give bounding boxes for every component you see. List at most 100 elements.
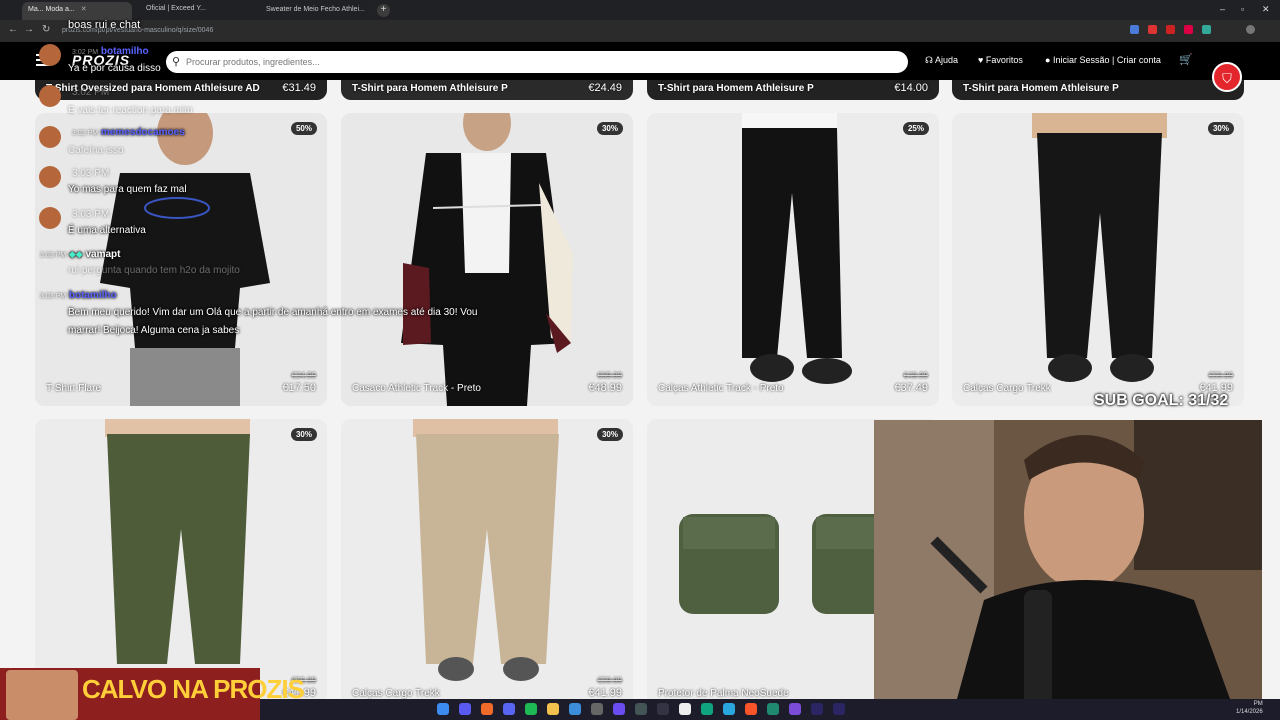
product-name: Calças Cargo Trekk bbox=[963, 383, 1051, 394]
cart-icon[interactable]: 🛒 bbox=[1179, 53, 1193, 66]
extension-icon[interactable] bbox=[1184, 25, 1193, 34]
badge-icon: ◆◆ bbox=[68, 249, 83, 259]
premiere-icon[interactable] bbox=[811, 703, 823, 715]
favorites-link[interactable]: ♥ Favoritos bbox=[978, 55, 1023, 65]
extension-icon[interactable] bbox=[1148, 25, 1157, 34]
back-icon[interactable]: ← bbox=[8, 24, 18, 35]
vpn-icon[interactable] bbox=[789, 703, 801, 715]
product-price: €14.00 bbox=[894, 82, 928, 94]
product-name: Protetor de Palma NeoSuede bbox=[658, 688, 789, 699]
chat-message: 3:03 PM ◆◆ vamapt bbox=[40, 249, 121, 260]
close-tab-icon[interactable]: ✕ bbox=[81, 6, 87, 13]
taskbar-app-icon[interactable] bbox=[613, 703, 625, 715]
login-link[interactable]: ● Iniciar Sessão | Criar conta bbox=[1045, 55, 1161, 65]
chat-username: botamilho bbox=[100, 46, 149, 57]
product-name: Calças Cargo Trekk bbox=[352, 688, 440, 699]
taskbar-clock[interactable]: PM 1/14/2026 bbox=[1236, 700, 1263, 716]
chat-time: 3:02 PM bbox=[72, 49, 99, 56]
file-explorer-icon[interactable] bbox=[547, 703, 559, 715]
product-card[interactable]: 30% €59.99 €41.99 Calças Cargo Trekk bbox=[952, 113, 1244, 406]
new-tab-button[interactable]: + bbox=[377, 4, 390, 17]
favorites-label: Favoritos bbox=[985, 55, 1023, 65]
firefox-icon[interactable] bbox=[481, 703, 493, 715]
taskbar-app-icon[interactable] bbox=[569, 703, 581, 715]
product-card[interactable]: 25% €49.99 €37.49 Calças Athletic Track … bbox=[647, 113, 939, 406]
product-image bbox=[341, 113, 633, 406]
promo-tag-button[interactable]: ⛉ bbox=[1212, 62, 1242, 92]
taskbar-app-icon[interactable] bbox=[679, 703, 691, 715]
sub-goal-counter: SUB GOAL: 31/32 bbox=[1094, 392, 1229, 409]
close-tab-icon[interactable]: ✕ bbox=[371, 6, 372, 13]
chat-avatar bbox=[39, 166, 61, 188]
chatgpt-icon[interactable] bbox=[701, 703, 713, 715]
product-image bbox=[647, 113, 939, 406]
forward-icon[interactable]: → bbox=[24, 24, 34, 35]
product-name: Casaco Athletic Track - Preto bbox=[352, 383, 481, 394]
product-price: €48.99 bbox=[588, 382, 622, 394]
extension-icon[interactable] bbox=[1130, 25, 1139, 34]
product-price: €41.99 bbox=[588, 687, 622, 699]
after-effects-icon[interactable] bbox=[833, 703, 845, 715]
windows-start-icon[interactable] bbox=[437, 703, 449, 715]
obs-icon[interactable] bbox=[591, 703, 603, 715]
discount-badge: 30% bbox=[596, 122, 623, 135]
chat-time: 3:03 PM bbox=[40, 252, 67, 259]
browser-tab[interactable]: Sweater de Meio Fecho Athlei... ✕ bbox=[260, 2, 372, 20]
product-name: T-Shirt para Homem Athleisure P bbox=[658, 83, 814, 94]
discount-badge: 30% bbox=[1207, 122, 1234, 135]
discount-badge: 30% bbox=[596, 428, 623, 441]
product-card[interactable]: 30% €59.99 €41.99 Calças Cargo Trekk bbox=[341, 419, 633, 711]
maximize-icon[interactable]: ▫ bbox=[1241, 4, 1244, 14]
search-input[interactable] bbox=[186, 52, 886, 72]
minimize-icon[interactable]: – bbox=[1220, 4, 1225, 14]
clock-date: 1/14/2026 bbox=[1236, 709, 1263, 715]
old-price: €34.99 bbox=[291, 371, 316, 380]
product-card[interactable]: T-Shirt para Homem Athleisure P €2 bbox=[952, 80, 1244, 100]
reload-icon[interactable]: ↻ bbox=[42, 24, 50, 35]
product-card[interactable]: T-Shirt para Homem Athleisure P €24.49 bbox=[341, 80, 633, 100]
discount-badge: 50% bbox=[290, 122, 317, 135]
discord-icon[interactable] bbox=[503, 703, 515, 715]
chat-text: Yo mas para quem faz mal bbox=[68, 184, 187, 195]
streamer-avatar bbox=[6, 670, 78, 720]
chat-time: 3:03 PM bbox=[40, 293, 67, 300]
search-icon[interactable]: ⚲ bbox=[172, 55, 180, 68]
chat-username: memesdocamoes bbox=[100, 127, 185, 138]
product-card[interactable]: T-Shirt para Homem Athleisure P €14.00 bbox=[647, 80, 939, 100]
help-link[interactable]: ☊ Ajuda bbox=[925, 55, 958, 66]
extension-icon[interactable] bbox=[1166, 25, 1175, 34]
url-field[interactable]: prozis.com/pt/pt/vestuario-masculino/q/s… bbox=[62, 24, 1062, 38]
user-icon: ● bbox=[1045, 55, 1051, 65]
chat-text: É uma alternativa bbox=[68, 225, 146, 236]
product-name: Calças Athletic Track - Preto bbox=[658, 383, 784, 394]
browser-tab[interactable]: Oficial | Exceed Y... bbox=[140, 2, 255, 20]
browser-tab-active[interactable]: Ma... Moda a... ✕ bbox=[22, 2, 132, 20]
chat-time: 3:02 PM bbox=[72, 87, 110, 98]
chat-header: boas rui e chat bbox=[68, 19, 141, 31]
spotify-icon[interactable] bbox=[525, 703, 537, 715]
product-price: €24.49 bbox=[588, 82, 622, 94]
taskbar-app-icon[interactable] bbox=[459, 703, 471, 715]
taskbar-app-icon[interactable] bbox=[657, 703, 669, 715]
chat-message: 3:02 PM botamilho bbox=[72, 46, 149, 57]
old-price: €59.99 bbox=[597, 676, 622, 685]
taskbar-app-icon[interactable] bbox=[635, 703, 647, 715]
extension-icon[interactable] bbox=[1202, 25, 1211, 34]
headset-icon: ☊ bbox=[925, 55, 933, 65]
product-name: T-Shirt para Homem Athleisure P bbox=[352, 83, 508, 94]
chat-avatar bbox=[39, 207, 61, 229]
chat-text: Bem meu querido! Vim dar um Olá que a pa… bbox=[68, 307, 478, 336]
taskbar-app-icon[interactable] bbox=[767, 703, 779, 715]
close-window-icon[interactable]: ✕ bbox=[1262, 4, 1270, 15]
product-price: €37.49 bbox=[894, 382, 928, 394]
product-name: T-Shirt Flare bbox=[46, 383, 102, 394]
profile-icon[interactable] bbox=[1246, 25, 1255, 34]
brave-icon[interactable] bbox=[745, 703, 757, 715]
webcam-overlay bbox=[874, 420, 1262, 710]
telegram-icon[interactable] bbox=[723, 703, 735, 715]
chat-message: 3:03 PM botamilho bbox=[40, 290, 117, 301]
product-card[interactable]: 30% €69.99 €48.99 Casaco Athletic Track … bbox=[341, 113, 633, 406]
product-name: T-Shirt para Homem Athleisure P bbox=[963, 83, 1119, 94]
chat-text: E vais ter reaction para mim bbox=[68, 105, 193, 116]
chat-username: vamapt bbox=[85, 249, 121, 260]
